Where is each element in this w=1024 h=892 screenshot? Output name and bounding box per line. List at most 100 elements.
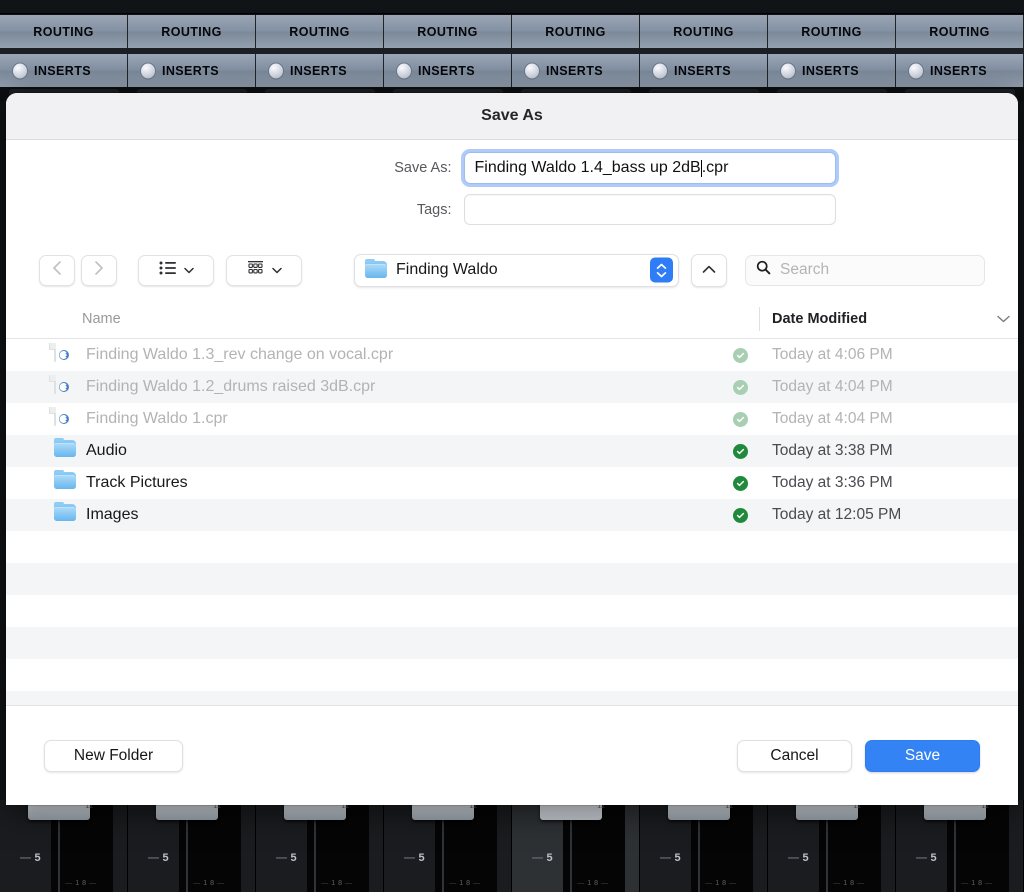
inserts-cell[interactable]: INSERTS xyxy=(256,54,384,87)
search-field[interactable]: Search xyxy=(745,254,985,286)
filename-input[interactable]: Finding Waldo 1.4_bass up 2dB .cpr xyxy=(463,152,836,184)
mixer-channel-strip[interactable]: 12—5 —18— xyxy=(896,794,1024,892)
inserts-led-icon[interactable] xyxy=(908,62,924,79)
inserts-cell[interactable]: INSERTS xyxy=(0,54,128,87)
mixer-channel-strip[interactable]: 12—5 —18— xyxy=(128,794,256,892)
icloud-downloaded-badge xyxy=(733,443,748,459)
forward-button[interactable] xyxy=(81,254,117,286)
inserts-led-icon[interactable] xyxy=(140,62,156,79)
routing-cell[interactable]: ROUTING xyxy=(0,15,128,48)
inserts-led-icon[interactable] xyxy=(396,62,412,79)
inserts-label: INSERTS xyxy=(290,63,347,78)
up-down-chevron-icon[interactable] xyxy=(650,257,673,283)
column-header-date-modified[interactable]: Date Modified xyxy=(772,311,867,327)
fader-scale-mark: —5 xyxy=(148,852,170,864)
mixer-channel-strip[interactable]: 12—5 —18— xyxy=(512,794,640,892)
tags-field-row: Tags: xyxy=(6,194,1018,225)
mixer-channel-strip[interactable]: 12—5 —18— xyxy=(384,794,512,892)
file-date-modified: Today at 4:04 PM xyxy=(772,378,893,395)
back-button[interactable] xyxy=(39,254,75,286)
file-list-row[interactable]: Audio Today at 3:38 PM xyxy=(6,435,1018,467)
routing-cell[interactable]: ROUTING xyxy=(768,15,896,48)
tags-input[interactable] xyxy=(463,194,836,225)
file-date-modified: Today at 3:36 PM xyxy=(772,474,893,491)
routing-cell[interactable]: ROUTING xyxy=(512,15,640,48)
mixer-channel-strip[interactable]: 12—5 —18— xyxy=(768,794,896,892)
save-as-dialog: Save As Save As: Finding Waldo 1.4_bass … xyxy=(6,93,1018,805)
inserts-led-icon[interactable] xyxy=(652,62,668,79)
routing-cell[interactable]: ROUTING xyxy=(896,15,1024,48)
chevron-left-icon xyxy=(51,260,63,281)
filename-extension: .cpr xyxy=(701,159,729,176)
inserts-cell[interactable]: INSERTS xyxy=(640,54,768,87)
empty-list-row xyxy=(6,659,1018,691)
location-popup-button[interactable]: Finding Waldo xyxy=(354,253,679,287)
chevron-up-icon xyxy=(702,261,716,279)
folder-icon xyxy=(54,502,76,526)
column-header-name[interactable]: Name xyxy=(6,311,121,327)
fader-scale-mark: —5 xyxy=(20,852,42,864)
inserts-led-icon[interactable] xyxy=(524,62,540,79)
icloud-downloaded-badge xyxy=(733,411,748,427)
filename-text-before-caret: Finding Waldo 1.4_bass up 2dB xyxy=(474,159,701,176)
inserts-led-icon[interactable] xyxy=(780,62,796,79)
current-folder-label: Finding Waldo xyxy=(396,261,498,278)
file-browser-toolbar: Finding Waldo Search xyxy=(6,241,1018,299)
group-by-button[interactable] xyxy=(226,254,302,286)
save-button[interactable]: Save xyxy=(865,739,980,772)
mixer-channel-strip[interactable]: 12—5 —18— xyxy=(256,794,384,892)
file-date-modified: Today at 4:04 PM xyxy=(772,410,893,427)
inserts-cell[interactable]: INSERTS xyxy=(768,54,896,87)
inserts-label: INSERTS xyxy=(802,63,859,78)
inserts-label: INSERTS xyxy=(674,63,731,78)
routing-cell[interactable]: ROUTING xyxy=(256,15,384,48)
cubase-document-icon xyxy=(49,375,69,394)
file-list-row[interactable]: Finding Waldo 1.cpr Today at 4:04 PM xyxy=(6,403,1018,435)
meter-scale-mark: —18— xyxy=(961,880,995,887)
mixer-channel-strip[interactable]: 12—5 —18— xyxy=(640,794,768,892)
view-mode-button[interactable] xyxy=(138,254,214,286)
chevron-down-icon[interactable] xyxy=(997,310,1010,328)
collapse-dialog-button[interactable] xyxy=(691,253,727,287)
folder-icon xyxy=(365,259,387,279)
file-name: Track Pictures xyxy=(86,474,188,491)
fader-scale-mark: —5 xyxy=(404,852,426,864)
icloud-downloaded-badge xyxy=(733,347,748,363)
new-folder-button[interactable]: New Folder xyxy=(44,739,183,772)
inserts-cell[interactable]: INSERTS xyxy=(128,54,256,87)
icloud-downloaded-badge xyxy=(733,379,748,395)
cancel-button[interactable]: Cancel xyxy=(737,739,852,772)
inserts-led-icon[interactable] xyxy=(12,62,28,79)
inserts-cell[interactable]: INSERTS xyxy=(512,54,640,87)
inserts-label: INSERTS xyxy=(546,63,603,78)
inserts-cell[interactable]: INSERTS xyxy=(384,54,512,87)
file-list-row[interactable]: Finding Waldo 1.3_rev change on vocal.cp… xyxy=(6,339,1018,371)
empty-list-row xyxy=(6,691,1018,705)
column-headers: Name Date Modified xyxy=(6,299,1018,339)
search-placeholder: Search xyxy=(780,261,830,278)
chevron-right-icon xyxy=(93,260,105,281)
file-list-row[interactable]: Images Today at 12:05 PM xyxy=(6,499,1018,531)
file-list[interactable]: Finding Waldo 1.3_rev change on vocal.cp… xyxy=(6,339,1018,705)
file-list-row[interactable]: Finding Waldo 1.2_drums raised 3dB.cpr To… xyxy=(6,371,1018,403)
inserts-row: INSERTS INSERTS INSERTS INSERTS INSERTS INSER… xyxy=(0,54,1024,87)
inserts-label: INSERTS xyxy=(930,63,987,78)
save-as-field-row: Save As: Finding Waldo 1.4_bass up 2dB .c… xyxy=(6,152,1018,184)
routing-cell[interactable]: ROUTING xyxy=(640,15,768,48)
cubase-document-icon xyxy=(49,343,69,362)
meter-scale-mark: —18— xyxy=(449,880,483,887)
inserts-label: INSERTS xyxy=(162,63,219,78)
inserts-led-icon[interactable] xyxy=(268,62,284,79)
mixer-channel-strip[interactable]: 12—5 —18— xyxy=(0,794,128,892)
fader-scale-mark: —5 xyxy=(916,852,938,864)
fader-scale-mark: —5 xyxy=(532,852,554,864)
dialog-titlebar: Save As xyxy=(6,93,1018,140)
empty-list-row xyxy=(6,595,1018,627)
meter-scale-mark: —18— xyxy=(193,880,227,887)
search-icon xyxy=(756,260,771,280)
inserts-label: INSERTS xyxy=(34,63,91,78)
routing-cell[interactable]: ROUTING xyxy=(128,15,256,48)
inserts-cell[interactable]: INSERTS xyxy=(896,54,1024,87)
routing-cell[interactable]: ROUTING xyxy=(384,15,512,48)
file-list-row[interactable]: Track Pictures Today at 3:36 PM xyxy=(6,467,1018,499)
